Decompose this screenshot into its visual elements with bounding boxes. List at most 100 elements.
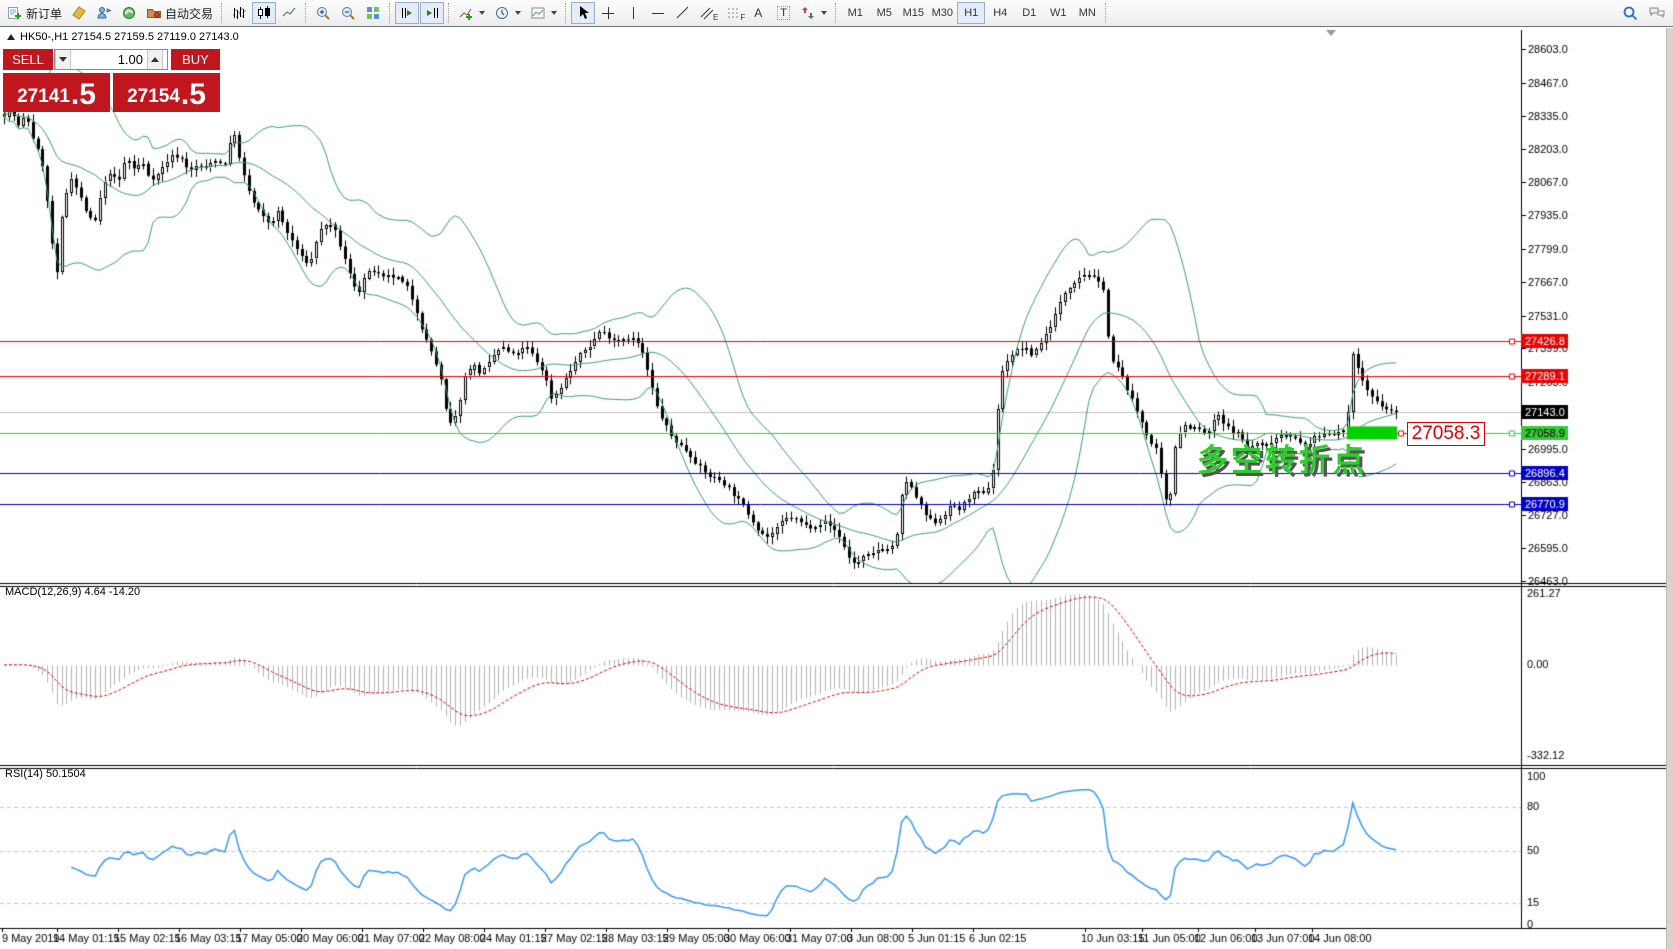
timeframe-m1-button[interactable]: M1 [841, 2, 869, 24]
volume-increase-button[interactable] [147, 50, 163, 69]
chevron-down-icon [821, 11, 827, 15]
channel-glyph: E [713, 13, 718, 22]
one-click-trading-panel: SELL BUY 27141 .5 27154 .5 [3, 49, 220, 112]
autotrading-icon [146, 5, 162, 21]
horizontal-line-tool-button[interactable] [646, 2, 670, 24]
chart-title: HK50-,H1 27154.5 27159.5 27119.0 27143.0 [20, 31, 239, 43]
styler-button[interactable] [67, 2, 91, 24]
ask-price-main: 27154 [127, 87, 180, 106]
timeframe-h4-button[interactable]: H4 [986, 2, 1014, 24]
new-order-icon [7, 5, 23, 21]
timeframe-h1-button[interactable]: H1 [957, 2, 985, 24]
fibonacci-glyph: F [740, 13, 745, 22]
toolbar-separator [1105, 3, 1107, 23]
chevron-down-icon [515, 11, 521, 15]
toolbar-separator [835, 3, 837, 23]
templates-icon [530, 5, 546, 21]
price-tag-label: 27058.3 [1407, 422, 1485, 446]
ask-price-button[interactable]: 27154 .5 [113, 73, 220, 112]
arrows-tool-button[interactable] [796, 2, 831, 24]
autotrading-button[interactable]: 自动交易 [142, 2, 217, 24]
channel-icon [700, 5, 714, 21]
auto-scroll-icon [399, 5, 415, 21]
candlestick-chart-icon [256, 5, 272, 21]
trendline-tool-button[interactable] [671, 2, 695, 24]
styler-icon [71, 5, 87, 21]
timeframe-mn-button[interactable]: MN [1073, 2, 1101, 24]
indicators-button[interactable] [454, 2, 489, 24]
chart-window: HK50-,H1 27154.5 27159.5 27119.0 27143.0… [0, 28, 1673, 949]
fibonacci-tool-button[interactable]: F [723, 2, 749, 24]
triangle-down-icon [59, 57, 67, 62]
chat-icon [1648, 5, 1666, 21]
timeframe-m15-button[interactable]: M15 [899, 2, 927, 24]
profiles-button[interactable] [92, 2, 116, 24]
clock-icon [494, 5, 510, 21]
timeframe-m5-button[interactable]: M5 [870, 2, 898, 24]
templates-button[interactable] [526, 2, 561, 24]
sell-button[interactable]: SELL [3, 49, 53, 70]
chart-header: HK50-,H1 27154.5 27159.5 27119.0 27143.0 [7, 31, 239, 43]
bar-chart-button[interactable] [227, 2, 251, 24]
toolbar-separator [305, 3, 307, 23]
zoom-in-button[interactable] [311, 2, 335, 24]
signals-icon [121, 5, 137, 21]
chart-shift-icon [424, 5, 440, 21]
zoom-in-icon [315, 5, 331, 21]
cursor-tool-button[interactable] [571, 2, 595, 24]
toolbar-separator [448, 3, 450, 23]
indicators-icon [458, 5, 474, 21]
chevron-down-icon [551, 11, 557, 15]
chart-shift-button[interactable] [420, 2, 444, 24]
trendline-icon [675, 5, 691, 21]
triangle-up-icon [151, 57, 159, 62]
bid-price-button[interactable]: 27141 .5 [3, 73, 110, 112]
window-edge-strip [1666, 28, 1673, 949]
zoom-out-button[interactable] [336, 2, 360, 24]
autotrading-label: 自动交易 [165, 5, 213, 22]
volume-stepper [54, 49, 168, 70]
arrows-icon [800, 5, 816, 21]
new-order-button[interactable]: 新订单 [3, 2, 66, 24]
fibonacci-icon [727, 5, 741, 21]
timeframe-w1-button[interactable]: W1 [1044, 2, 1072, 24]
chat-button[interactable] [1644, 2, 1670, 24]
tile-windows-icon [365, 5, 381, 21]
timeframe-d1-button[interactable]: D1 [1015, 2, 1043, 24]
new-order-label: 新订单 [26, 5, 62, 22]
macd-indicator-label: MACD(12,26,9) 4.64 -14.20 [5, 586, 140, 598]
price-chart-canvas[interactable] [0, 28, 1673, 949]
buy-button[interactable]: BUY [171, 49, 220, 70]
volume-input[interactable] [71, 50, 147, 69]
search-button[interactable] [1618, 2, 1643, 24]
tile-windows-button[interactable] [361, 2, 385, 24]
rsi-indicator-label: RSI(14) 50.1504 [5, 768, 86, 780]
periods-button[interactable] [490, 2, 525, 24]
profiles-icon [96, 5, 112, 21]
toolbar-separator [389, 3, 391, 23]
ask-price-fraction: .5 [181, 84, 206, 107]
search-icon [1622, 5, 1639, 22]
bid-price-fraction: .5 [71, 84, 96, 107]
line-chart-button[interactable] [277, 2, 301, 24]
bid-price-main: 27141 [17, 87, 70, 106]
timeframe-m30-button[interactable]: M30 [928, 2, 956, 24]
candlestick-chart-button[interactable] [252, 2, 276, 24]
auto-scroll-button[interactable] [395, 2, 419, 24]
channel-tool-button[interactable]: E [696, 2, 722, 24]
vertical-line-icon [625, 5, 641, 21]
text-label-icon: T [777, 6, 790, 20]
text-label-tool-button[interactable]: T [773, 2, 795, 24]
text-tool-button[interactable]: A [750, 2, 772, 24]
chart-annotation-text: 多空转折点 [1197, 435, 1367, 480]
horizontal-line-icon [650, 5, 666, 21]
signals-button[interactable] [117, 2, 141, 24]
text-tool-icon: A [754, 6, 762, 20]
main-toolbar: 新订单 自动交易 E F A T M1 M5 M15 M30 H1 H4 D1 … [0, 0, 1673, 27]
toolbar-separator [565, 3, 567, 23]
crosshair-icon [600, 5, 616, 21]
volume-decrease-button[interactable] [55, 50, 71, 69]
crosshair-tool-button[interactable] [596, 2, 620, 24]
vertical-line-tool-button[interactable] [621, 2, 645, 24]
line-chart-icon [281, 5, 297, 21]
